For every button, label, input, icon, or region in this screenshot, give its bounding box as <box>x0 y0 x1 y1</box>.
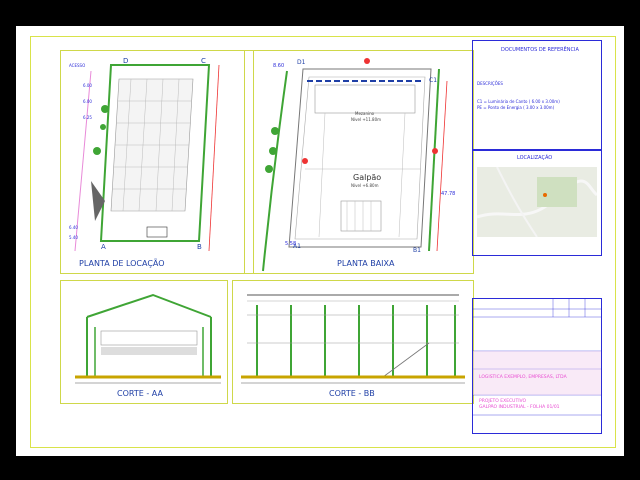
section-bb-panel: CORTE - BB <box>232 280 474 404</box>
ground-plan-title: PLANTA BAIXA <box>337 259 395 268</box>
location-tag-access: ACESSO <box>69 63 86 68</box>
ground-tag-c1: C1 <box>429 77 438 84</box>
location-level-4: 6.40 <box>69 225 78 230</box>
location-tag-b: B <box>197 243 202 251</box>
location-map-title: LOCALIZAÇÃO <box>517 155 553 161</box>
ground-room-level: Nível +6.80m <box>351 183 379 188</box>
references-panel: DOCUMENTOS DE REFERÊNCIA DESCRIÇÕES C1 =… <box>472 40 602 150</box>
ground-plan-panel: Galpão Nível +6.80m Mezanino Nível +11.8… <box>244 50 474 274</box>
location-level-3: 6.25 <box>83 115 92 120</box>
references-title: DOCUMENTOS DE REFERÊNCIA <box>501 47 579 53</box>
project-line-1: PROJETO EXECUTIVO <box>479 399 527 404</box>
ground-tag-d1: D1 <box>297 59 306 66</box>
location-level-2: 6.00 <box>83 99 92 104</box>
title-block: LOGISTICA EXEMPLO, EMPRESAS, LTDA PROJET… <box>472 298 602 434</box>
ground-dim-1: 8.60 <box>273 63 285 69</box>
ground-tag-b1: B1 <box>413 247 421 254</box>
section-bb-drawing <box>241 294 465 384</box>
section-aa-title: CORTE - AA <box>117 389 163 398</box>
location-map-image <box>477 167 597 237</box>
section-aa-drawing <box>75 293 221 384</box>
location-tag-d: D <box>123 57 129 65</box>
project-line-2: GALPÃO INDUSTRIAL - FOLHA 01/01 <box>479 405 560 410</box>
company-name: LOGISTICA EXEMPLO, EMPRESAS, LTDA <box>479 375 567 380</box>
title-block-grid <box>473 299 601 416</box>
drawing-sheet: ACESSO D C A B 6.00 6.00 6.25 6.40 5.40 … <box>16 26 624 456</box>
ground-dim-3: 47.78 <box>441 191 456 197</box>
location-tag-a: A <box>101 243 106 251</box>
ground-mezzanine-label: Mezanino <box>355 111 375 116</box>
location-tag-c: C <box>201 57 206 65</box>
location-plan-panel: ACESSO D C A B 6.00 6.00 6.25 6.40 5.40 … <box>60 50 254 274</box>
ground-mezzanine-level: Nível +11.80m <box>351 117 382 122</box>
location-level-5: 5.40 <box>69 235 78 240</box>
ground-dim-2: 5.58 <box>285 241 297 247</box>
references-line-1: C1 = Luminária de Canto ( 6.00 x 3.00m) <box>477 99 560 104</box>
ground-room-name: Galpão <box>353 173 382 182</box>
location-map-panel: LOCALIZAÇÃO <box>472 150 602 256</box>
references-heading: DESCRIÇÕES <box>477 81 503 86</box>
section-bb-title: CORTE - BB <box>329 389 375 398</box>
references-line-2: PE = Ponto de Energia ( 3.00 x 3.00m) <box>477 105 555 110</box>
section-aa-panel: CORTE - AA <box>60 280 228 404</box>
ground-plan-drawing <box>262 58 448 272</box>
location-level-1: 6.00 <box>83 83 92 88</box>
location-plan-title: PLANTA DE LOCAÇÃO <box>79 259 165 268</box>
